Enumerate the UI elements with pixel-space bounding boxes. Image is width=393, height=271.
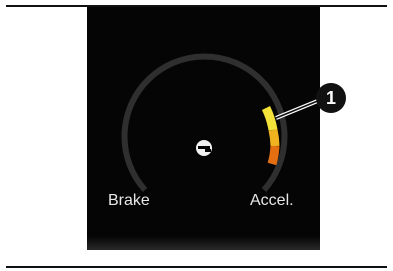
panel-bottom-edge [87, 236, 320, 250]
accel-indicator-top [261, 106, 278, 131]
accel-label: Accel. [250, 192, 294, 209]
accel-indicator-mid [268, 128, 280, 147]
bottom-divider [6, 266, 387, 268]
gauge-track [121, 53, 288, 193]
eco-e-icon [196, 140, 212, 156]
gauge-panel: Brake Accel. [87, 7, 320, 250]
accel-indicator-bottom [267, 145, 280, 166]
brake-label: Brake [108, 192, 150, 209]
power-meter-gauge [121, 53, 288, 193]
callout-number-badge: 1 [316, 83, 346, 113]
